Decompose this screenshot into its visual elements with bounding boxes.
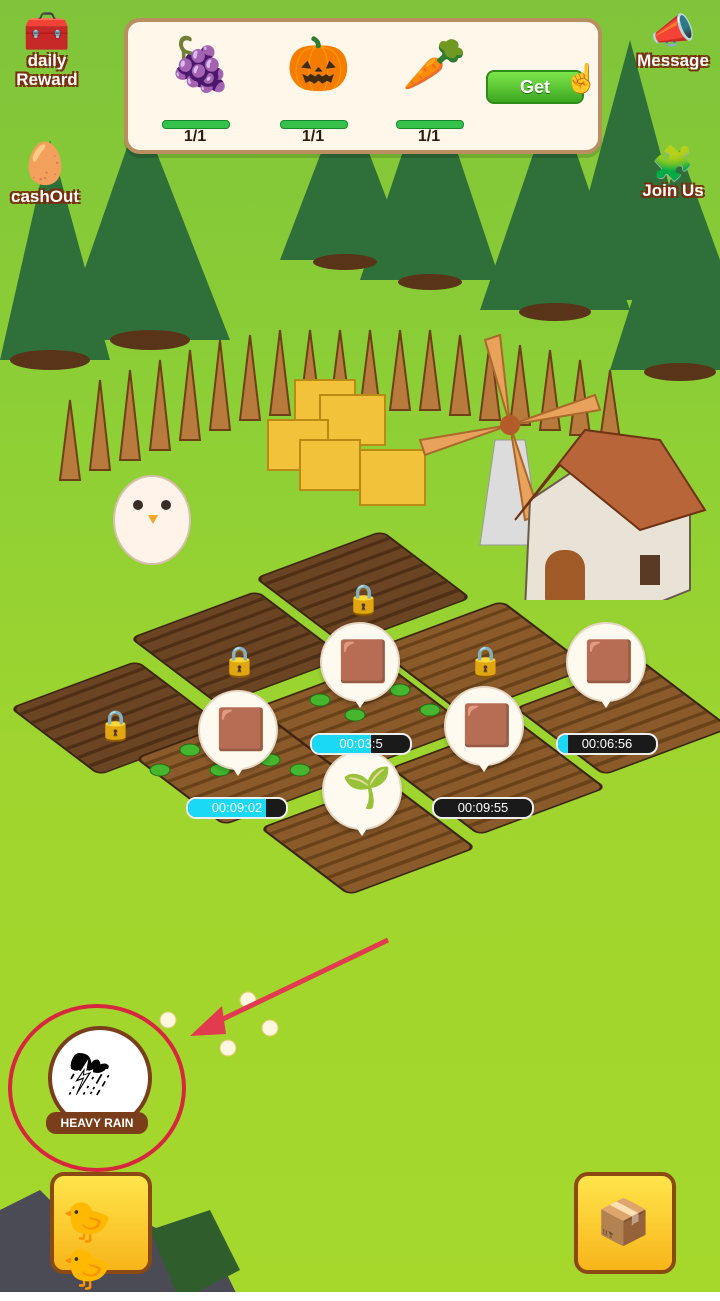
timer-progress [558, 735, 568, 753]
daily-reward-button[interactable]: 🧰 daily Reward [8, 12, 86, 90]
tutorial-arrow [159, 937, 390, 1057]
pumpkin-icon: 🎃 [286, 36, 351, 94]
storm-cloud-icon: ⛈ [68, 1045, 112, 1105]
chicken-pair-icon: 🐤🐤 [62, 1200, 112, 1291]
message-button[interactable]: 📣 Message [632, 10, 714, 71]
quest-panel: 🍇 1/1 🎃 1/1 🥕 1/1 Get ☝ [124, 18, 602, 154]
quest-item-carrot: 🥕 1/1 [384, 30, 474, 145]
pointer-hand-icon: ☝ [564, 63, 599, 94]
megaphone-icon: 📣 [650, 10, 696, 51]
quest-count: 1/1 [417, 128, 441, 145]
cashout-button[interactable]: 🥚 cashOut [6, 140, 84, 207]
treasure-chest-icon: 🧰 [23, 11, 71, 53]
crop-timer: 00:03:5 [310, 733, 412, 755]
seed-bag-bubble[interactable]: 🟫 [320, 622, 400, 708]
join-us-label: Join Us [642, 181, 704, 200]
farm-scene: 🔒 🔒 🔒 🔒 🟫 🟫 🟫 🟫 🌱 00:03:5 00:06:56 00:09… [0, 0, 720, 1301]
crop-timer: 00:09:02 [186, 797, 288, 819]
sprout-icon: 🌱 [342, 766, 392, 810]
storage-box-button[interactable]: 📦 [574, 1172, 676, 1274]
message-label: Message [637, 51, 709, 70]
carrot-icon: 🥕 [402, 36, 467, 94]
cashout-label: cashOut [10, 187, 80, 206]
seed-bag-icon: 🟫 [216, 708, 266, 752]
weather-label: HEAVY RAIN [46, 1112, 148, 1134]
seed-bag-icon: 🟫 [338, 640, 388, 684]
bottom-strip [0, 1292, 720, 1301]
quest-item-pumpkin: 🎃 1/1 [268, 30, 358, 145]
sprout-bubble[interactable]: 🌱 [322, 750, 402, 836]
crop-timer: 00:09:55 [432, 797, 534, 819]
lock-icon: 🔒 [98, 709, 133, 740]
quest-item-grape: 🍇 1/1 [150, 30, 240, 145]
lock-icon: 🔒 [468, 645, 503, 676]
seed-bag-icon: 🟫 [584, 640, 634, 684]
quest-count: 1/1 [301, 128, 325, 145]
seed-bag-bubble[interactable]: 🟫 [566, 622, 646, 708]
lock-icon: 🔒 [346, 583, 381, 614]
crop-timer: 00:06:56 [556, 733, 658, 755]
storage-box-icon: 📦 [596, 1198, 651, 1247]
seed-bag-bubble[interactable]: 🟫 [444, 686, 524, 772]
gold-eggs-icon: 🥚 [20, 142, 70, 186]
quest-count: 1/1 [183, 128, 207, 145]
seed-bag-icon: 🟫 [462, 704, 512, 748]
grape-icon: 🍇 [168, 36, 233, 94]
daily-reward-label: daily Reward [16, 51, 78, 89]
chicken-pair-button[interactable]: 🐤🐤 [50, 1172, 152, 1291]
join-us-button[interactable]: 🧩 Join Us [634, 146, 712, 201]
seed-bag-bubble[interactable]: 🟫 [198, 690, 278, 776]
puzzle-icon: 🧩 [651, 145, 695, 183]
